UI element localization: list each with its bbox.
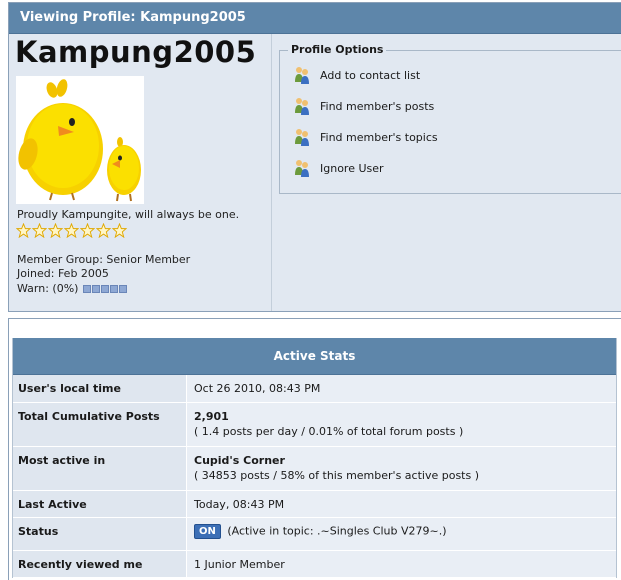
joined-date: Joined: Feb 2005 (17, 267, 109, 280)
profile-panel: Viewing Profile: Kampung2005 Kampung2005 (8, 2, 621, 312)
total-posts-detail: ( 1.4 posts per day / 0.01% of total for… (194, 425, 464, 438)
total-posts-value: 2,901 (194, 410, 229, 423)
star-icon (16, 223, 31, 238)
users-icon (295, 67, 309, 84)
ignore-user-link[interactable]: Ignore User (292, 158, 384, 178)
online-status-badge: ON (194, 524, 221, 539)
stats-label: Total Cumulative Posts (13, 403, 187, 446)
most-active-detail: ( 34853 posts / 58% of this member's act… (194, 469, 480, 482)
profile-header: Viewing Profile: Kampung2005 (9, 3, 621, 34)
active-stats-title: Active Stats (13, 338, 616, 375)
find-posts-label: Find member's posts (320, 99, 435, 113)
star-icon (32, 223, 47, 238)
warn-status: Warn: (0%) (17, 282, 128, 295)
stats-label: Status (13, 518, 187, 550)
users-icon (295, 160, 309, 177)
ignore-user-label: Ignore User (320, 161, 384, 175)
stats-label: Recently viewed me (13, 551, 187, 577)
member-tagline: Proudly Kampungite, will always be one. (17, 208, 240, 221)
profile-options: Profile Options Add to contact list Find… (279, 43, 621, 194)
star-icon (80, 223, 95, 238)
stats-value: Today, 08:43 PM (187, 491, 616, 517)
warn-box (101, 284, 110, 293)
local-time-value: Oct 26 2010, 08:43 PM (194, 382, 321, 395)
warn-box (119, 284, 128, 293)
stats-row-total-posts: Total Cumulative Posts 2,901 ( 1.4 posts… (13, 403, 616, 447)
users-icon (295, 129, 309, 146)
stats-row-local-time: User's local time Oct 26 2010, 08:43 PM (13, 375, 616, 403)
stats-value: Cupid's Corner ( 34853 posts / 58% of th… (187, 447, 616, 490)
rating-stars (16, 223, 127, 239)
active-stats-panel: Active Stats User's local time Oct 26 20… (8, 318, 621, 580)
add-contact-link[interactable]: Add to contact list (292, 65, 420, 85)
stats-row-recently-viewed: Recently viewed me 1 Junior Member (13, 551, 616, 578)
find-topics-link[interactable]: Find member's topics (292, 127, 438, 147)
star-icon (48, 223, 63, 238)
warn-box (83, 284, 92, 293)
stats-value: 2,901 ( 1.4 posts per day / 0.01% of tot… (187, 403, 616, 446)
profile-summary: Kampung2005 Proudly Kampungite, will alw… (9, 34, 272, 311)
users-icon (295, 98, 309, 115)
add-contact-label: Add to contact list (320, 68, 421, 82)
find-posts-link[interactable]: Find member's posts (292, 96, 434, 116)
star-icon (64, 223, 79, 238)
stats-row-last-active: Last Active Today, 08:43 PM (13, 491, 616, 518)
member-group: Member Group: Senior Member (17, 253, 191, 266)
username: Kampung2005 (15, 35, 257, 69)
most-active-forum-link[interactable]: Cupid's Corner (194, 454, 616, 467)
active-stats-table: Active Stats User's local time Oct 26 20… (12, 338, 617, 578)
stats-value: 1 Junior Member (187, 551, 616, 577)
find-topics-label: Find member's topics (320, 130, 438, 144)
recently-viewed-value: 1 Junior Member (194, 558, 285, 571)
warn-box (92, 284, 101, 293)
warn-level-bar (83, 284, 128, 293)
stats-label: Last Active (13, 491, 187, 517)
warn-label: Warn: (0%) (17, 282, 79, 295)
stats-row-status: Status ON (Active in topic: .~Singles Cl… (13, 518, 616, 551)
last-active-value: Today, 08:43 PM (194, 498, 285, 511)
warn-box (110, 284, 119, 293)
star-icon (112, 223, 127, 238)
profile-options-legend: Profile Options (288, 43, 387, 56)
stats-row-most-active: Most active in Cupid's Corner ( 34853 po… (13, 447, 616, 491)
active-topic-link[interactable]: (Active in topic: .~Singles Club V279~.) (227, 525, 446, 538)
stats-value: Oct 26 2010, 08:43 PM (187, 375, 616, 402)
avatar (16, 76, 144, 204)
stats-value: ON (Active in topic: .~Singles Club V279… (187, 518, 616, 550)
star-icon (96, 223, 111, 238)
stats-label: Most active in (13, 447, 187, 490)
stats-label: User's local time (13, 375, 187, 402)
